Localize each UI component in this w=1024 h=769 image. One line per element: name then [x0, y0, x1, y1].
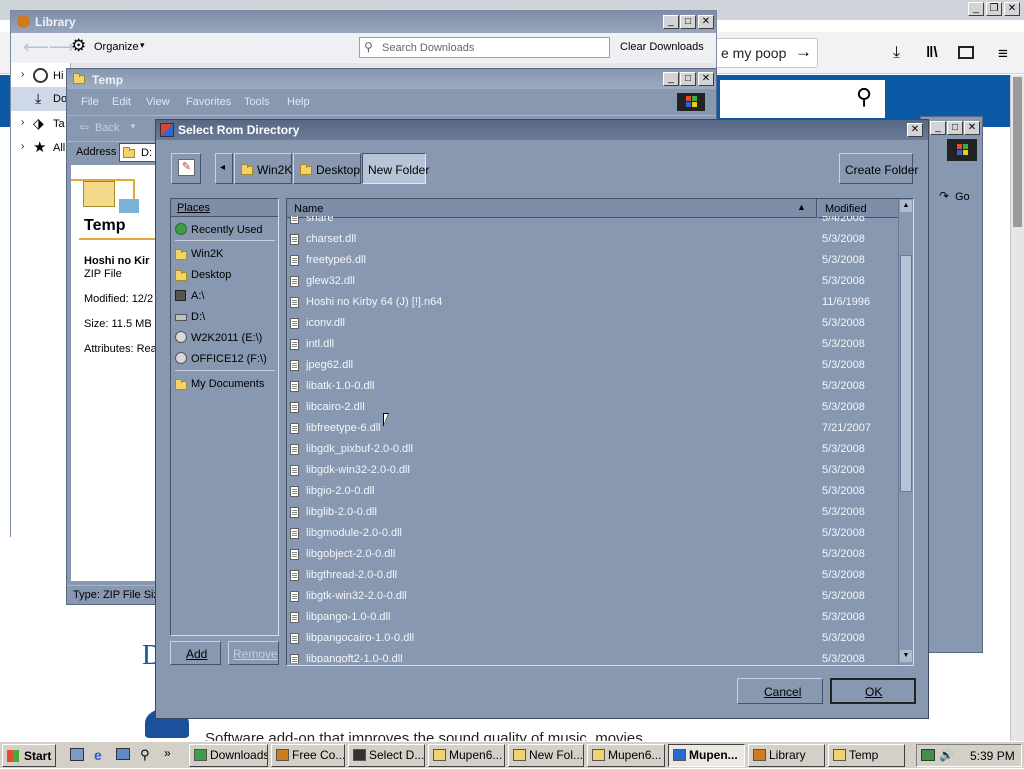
taskbar-button-label: Downloads: [210, 748, 268, 762]
taskbar-button[interactable]: Mupen...: [668, 744, 745, 767]
taskbar-button[interactable]: New Fol...: [508, 744, 584, 767]
taskbar-button[interactable]: Free Co...: [271, 744, 345, 767]
app-icon: [353, 749, 366, 761]
taskbar: Start e ⚲ » Downloads Free Co... Select D.…: [0, 741, 1024, 768]
taskbar-button-label: Select D...: [369, 748, 425, 762]
volume-icon: 🔊: [939, 748, 954, 762]
taskbar-button[interactable]: Downloads: [189, 744, 268, 767]
app-icon: [194, 749, 207, 761]
app-icon: [513, 749, 526, 761]
taskbar-button-label: Free Co...: [292, 748, 345, 762]
taskbar-button-label: Mupen6...: [449, 748, 503, 762]
taskbar-button-label: Temp: [849, 748, 879, 762]
system-tray: 🔊 5:39 PM: [916, 744, 1022, 767]
app-icon: [592, 749, 605, 761]
taskbar-button-label: New Fol...: [529, 748, 584, 762]
app-icon: [276, 749, 289, 761]
taskbar-button[interactable]: Temp: [828, 744, 905, 767]
network-icon: [921, 749, 935, 761]
taskbar-button-label: Mupen...: [689, 748, 738, 762]
task-buttons: Downloads Free Co... Select D... Mupen6... N…: [0, 1, 1024, 769]
taskbar-button-label: Mupen6...: [608, 748, 662, 762]
app-icon: [673, 749, 686, 761]
app-icon: [753, 749, 766, 761]
app-icon: [433, 749, 446, 761]
taskbar-button[interactable]: Mupen6...: [587, 744, 665, 767]
clock: 5:39 PM: [970, 749, 1015, 763]
taskbar-button[interactable]: Mupen6...: [428, 744, 505, 767]
app-icon: [833, 749, 846, 761]
taskbar-button-label: Library: [769, 748, 806, 762]
taskbar-button[interactable]: Library: [748, 744, 825, 767]
taskbar-button[interactable]: Select D...: [348, 744, 425, 767]
